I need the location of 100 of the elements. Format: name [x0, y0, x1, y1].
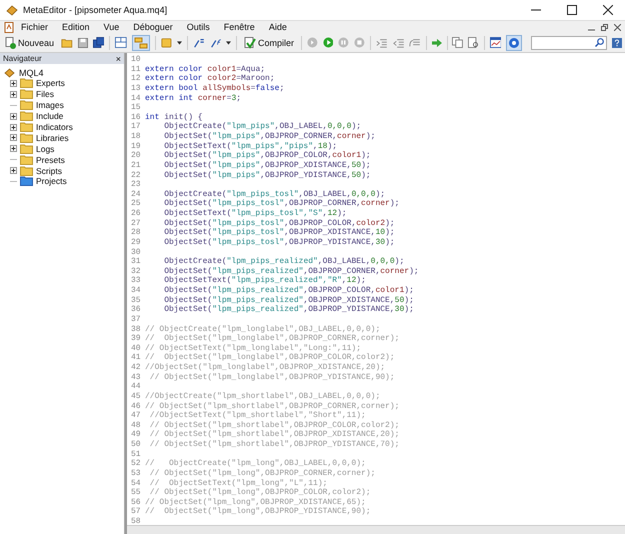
code-line: ObjectSetText("lpm_pips_tosl","S",12); [163, 209, 347, 219]
tree-item[interactable]: Experts [36, 78, 65, 88]
menu-item[interactable]: Edition [55, 22, 97, 32]
window-title: MetaEditor - [pipsometer Aqua.mq4] [23, 5, 168, 15]
code-comment: // ObjectSet("lpm_shortlabel",OBJPROP_YDISTANCE,70); [148, 440, 400, 450]
line-number: 20 [131, 151, 142, 161]
tree-item[interactable]: Libraries [36, 132, 69, 143]
menu-item[interactable]: Fichier [14, 22, 56, 32]
document-icon[interactable] [4, 22, 14, 32]
line-number: 33 [131, 276, 142, 286]
line-number: 48 [131, 420, 142, 430]
line-number: 29 [131, 238, 142, 248]
tree-item[interactable]: Indicators [36, 122, 73, 132]
line-number: 13 [131, 84, 142, 94]
folder-icon [20, 144, 33, 154]
chart-window-icon[interactable] [490, 36, 502, 49]
line-number: 52 [131, 459, 142, 469]
floppy-icon[interactable] [78, 36, 88, 48]
maximize-icon[interactable] [567, 5, 577, 15]
restore-icon[interactable] [601, 24, 608, 30]
new-button[interactable]: Nouveau [3, 36, 56, 50]
line-number: 18 [131, 132, 142, 142]
line-number: 34 [131, 286, 142, 296]
floppy-stack-icon[interactable] [92, 36, 104, 49]
tree-item[interactable]: Files [36, 89, 54, 100]
line-number: 55 [131, 488, 142, 498]
expander-icon[interactable] [10, 80, 17, 87]
line-number: 10 [131, 55, 142, 65]
code-comment: // ObjectSet("lpm_long",OBJPROP_XDISTANCE,65); [145, 498, 366, 507]
code-line: ObjectSet("lpm_pips_realized",OBJPROP_COLOR,color1); [163, 286, 414, 296]
help-icon[interactable] [612, 36, 622, 48]
code-comment: // ObjectSetText("lpm_long","L",11); [148, 478, 328, 488]
caret-icon[interactable] [226, 40, 232, 44]
code-comment: // ObjectCreate("lpm_long",OBJ_LABEL,0,0,0); [145, 459, 366, 469]
tree-item[interactable]: Images [36, 100, 64, 110]
expander-icon[interactable] [10, 90, 17, 98]
line-number: 24 [131, 190, 142, 200]
line-number: 40 [131, 344, 142, 354]
line-number: 31 [131, 257, 142, 267]
caret-icon[interactable] [177, 40, 182, 44]
new-file-icon [5, 36, 16, 48]
line-number: 38 [131, 324, 142, 334]
code-comment: // ObjectSetText("lpm_longlabel","Long:",11); [145, 344, 362, 353]
line-number: 17 [131, 122, 142, 132]
play-icon[interactable] [322, 36, 334, 49]
close-icon[interactable] [603, 5, 613, 15]
document-search-icon[interactable] [468, 36, 479, 49]
folder-icon [20, 89, 33, 100]
menu-item[interactable]: Déboguer [126, 22, 180, 32]
tree-item[interactable]: Projects [36, 176, 67, 186]
function-icon[interactable] [210, 36, 222, 48]
code-comment: // ObjectSet("lpm_longlabel",OBJPROP_YDISTANCE,90); [148, 372, 395, 382]
window-layout-icon[interactable] [115, 36, 127, 49]
code-line: ObjectSet("lpm_pips_realized",OBJPROP_CORNER,corner); [163, 266, 419, 276]
code-comment: //ObjectCreate("lpm_shortlabel",OBJ_LABEL,0,0,0); [145, 392, 380, 402]
expander-icon[interactable] [10, 134, 17, 142]
horizontal-scrollbar[interactable] [127, 525, 625, 534]
folder-icon[interactable] [61, 36, 73, 48]
folder-icon [20, 122, 33, 132]
compile-button[interactable]: Compiler [242, 36, 296, 50]
line-number: 19 [131, 142, 142, 152]
navigator-toggle[interactable] [132, 34, 150, 50]
line-number: 32 [131, 266, 142, 276]
copy-icon[interactable] [452, 36, 464, 49]
line-number: 53 [131, 468, 142, 478]
code-line: ObjectSet("lpm_pips_tosl",OBJPROP_YDISTANCE,30); [163, 238, 395, 248]
expander-icon[interactable] [10, 124, 17, 130]
tree-item[interactable]: Include [36, 111, 64, 122]
menu-item[interactable]: Aide [262, 22, 294, 32]
tree-item[interactable]: Logs [36, 144, 54, 154]
code-comment: // ObjectSet("lpm_long",OBJPROP_COLOR,color2); [148, 488, 371, 498]
code-line: ObjectCreate("lpm_pips_tosl",OBJ_LABEL,0,0,0); [163, 190, 386, 199]
code-line: ObjectSet("lpm_pips_realized",OBJPROP_YDISTANCE,30); [163, 305, 414, 315]
tree-item[interactable]: Scripts [36, 166, 62, 176]
panel-close[interactable]: × [116, 54, 121, 64]
settings-toggle[interactable] [506, 34, 522, 50]
tree-item[interactable]: Presets [36, 154, 65, 165]
line-number: 51 [131, 450, 142, 460]
line-number: 58 [131, 517, 142, 525]
code-line: extern color color1=Aqua; [145, 64, 266, 74]
code-line: ObjectSet("lpm_pips_tosl",OBJPROP_CORNER,corner); [163, 199, 400, 209]
folder-icon [20, 132, 33, 143]
menu-item[interactable]: Fenêtre [216, 22, 262, 32]
code-comment: // ObjectSet("lpm_long",OBJPROP_CORNER,corner); [148, 468, 376, 478]
menu-item[interactable]: Outils [180, 22, 217, 32]
line-number: 27 [131, 218, 142, 228]
code-line: ObjectSet("lpm_pips",OBJPROP_XDISTANCE,50); [163, 160, 371, 170]
search-field[interactable] [531, 36, 607, 50]
outdent-icon[interactable] [392, 36, 404, 48]
panel-title: Navigateur [3, 54, 42, 63]
menu-item[interactable]: Vue [96, 22, 126, 32]
close-icon[interactable] [614, 24, 621, 30]
arrow-icon[interactable] [432, 38, 442, 48]
expander-icon[interactable] [10, 112, 17, 120]
tree-item[interactable]: MQL4 [4, 67, 120, 78]
line-number: 57 [131, 507, 142, 517]
check-icon [244, 36, 256, 48]
expander-icon[interactable] [10, 167, 17, 174]
indent-icon[interactable] [376, 36, 388, 48]
expander-icon[interactable] [10, 145, 17, 152]
